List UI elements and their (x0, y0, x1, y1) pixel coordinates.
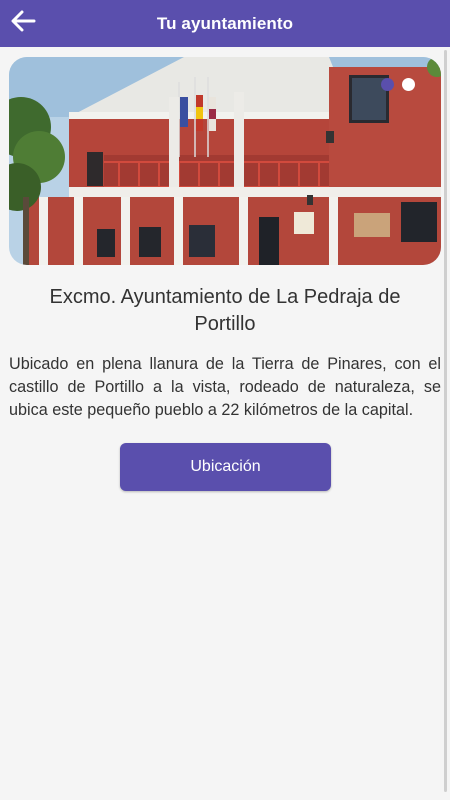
place-description: Ubicado en plena llanura de la Tierra de… (9, 355, 441, 419)
scrollbar[interactable] (444, 50, 447, 792)
town-hall-photo (9, 57, 441, 265)
carousel-indicator (381, 78, 415, 91)
image-carousel[interactable] (9, 57, 441, 265)
page-title: Tu ayuntamiento (156, 13, 294, 33)
carousel-dot-active[interactable] (381, 78, 394, 91)
app-screen: Tu ayuntamiento Excmo. Ayuntamiento de L… (0, 0, 450, 800)
place-title: Excmo. Ayuntamiento de La Pedraja de Por… (49, 286, 401, 335)
back-button[interactable] (6, 6, 40, 40)
app-bar: Tu ayuntamiento (0, 0, 450, 47)
location-button[interactable]: Ubicación (120, 443, 331, 491)
arrow-left-icon (10, 10, 36, 37)
carousel-dot[interactable] (402, 78, 415, 91)
